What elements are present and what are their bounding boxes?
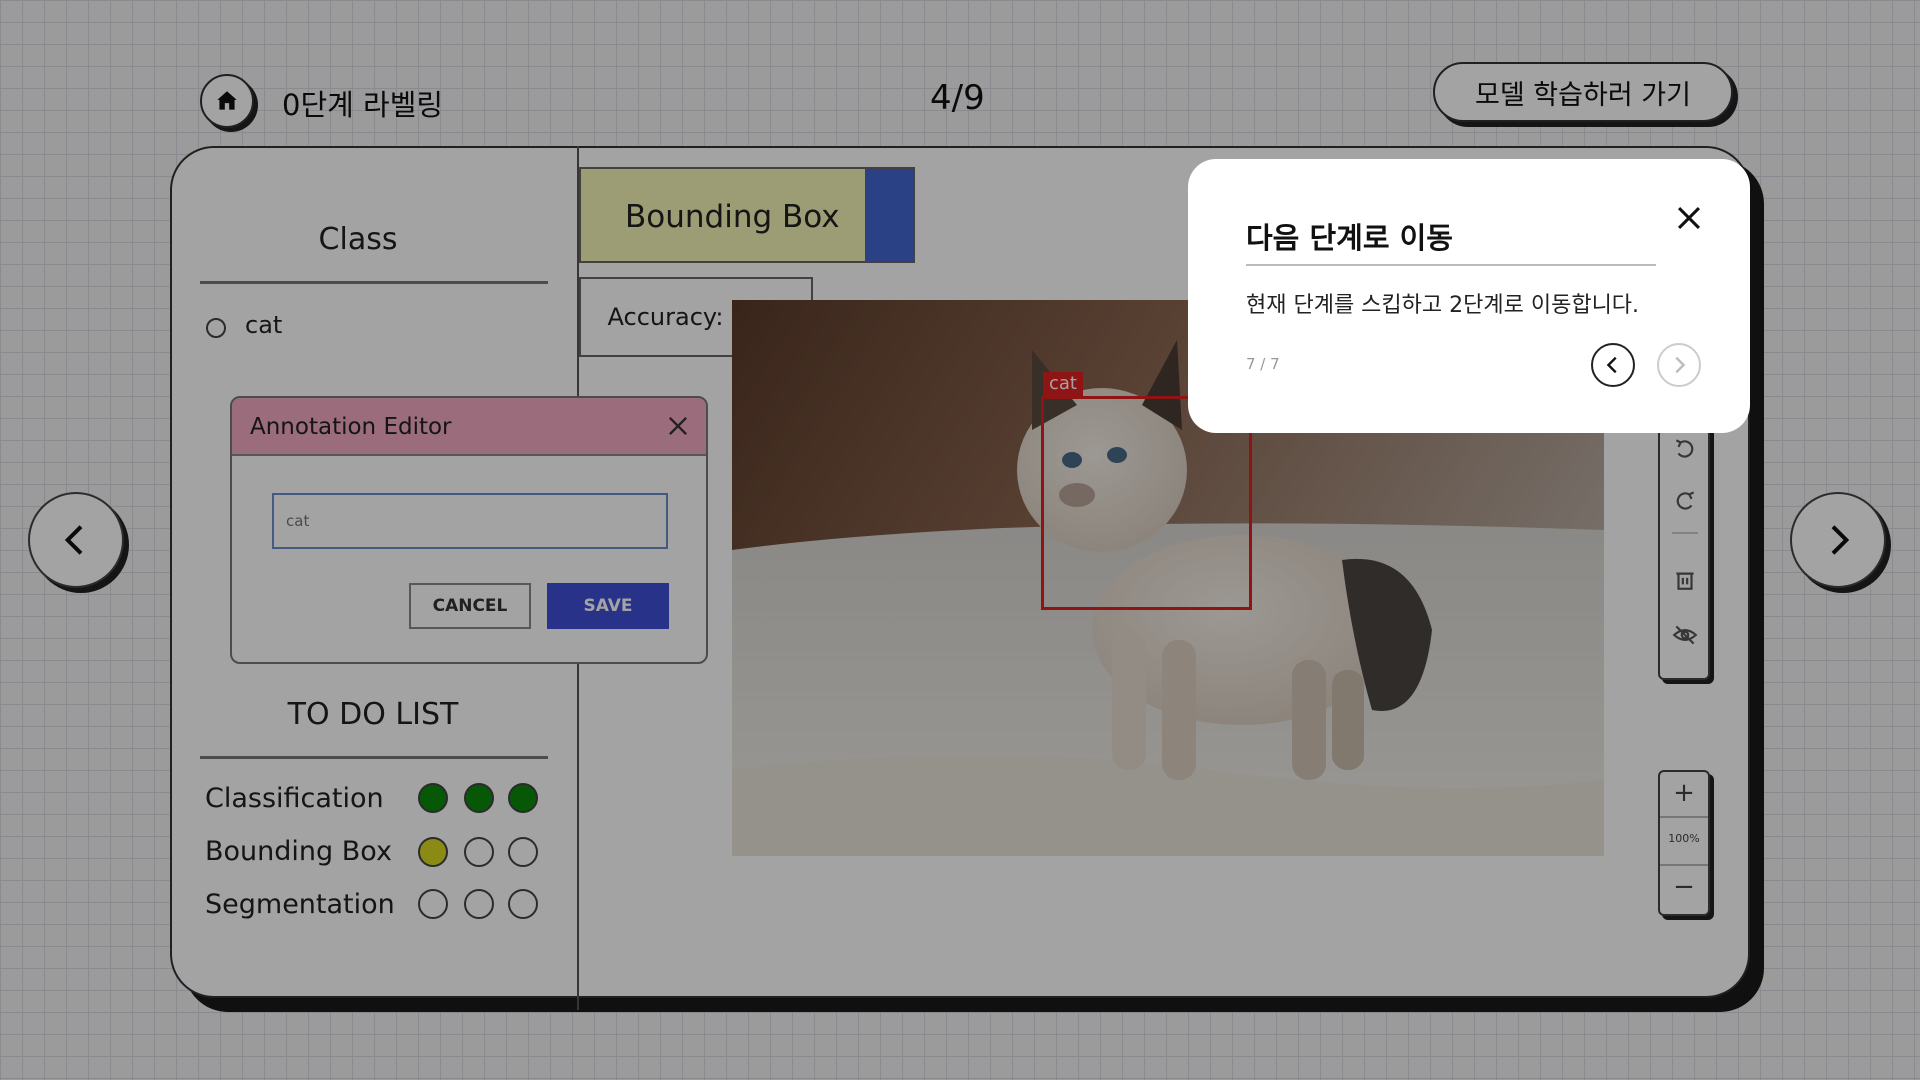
tour-prev-button[interactable] <box>1591 343 1635 387</box>
tour-popup: 다음 단계로 이동 현재 단계를 스킵하고 2단계로 이동합니다. 7 / 7 <box>1188 159 1750 433</box>
chevron-right-icon <box>1675 356 1686 374</box>
tour-next-button[interactable] <box>1657 343 1701 387</box>
close-icon[interactable] <box>1672 201 1706 235</box>
tour-step-counter: 7 / 7 <box>1246 355 1280 373</box>
tour-description: 현재 단계를 스킵하고 2단계로 이동합니다. <box>1246 293 1640 318</box>
tour-title: 다음 단계로 이동 <box>1246 221 1453 255</box>
tour-divider <box>1246 264 1656 266</box>
chevron-left-icon <box>1606 356 1617 374</box>
